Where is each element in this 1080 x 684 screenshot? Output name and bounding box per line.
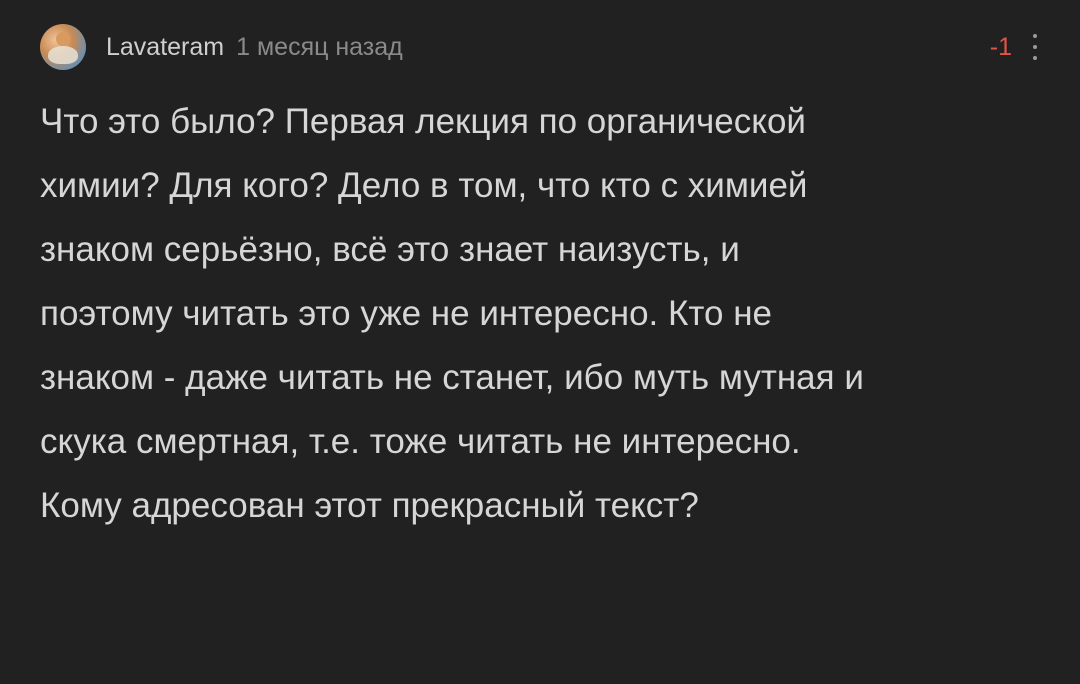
comment-line: химии? Для кого? Дело в том, что кто с х…: [40, 166, 808, 205]
comment-line: знаком - даже читать не станет, ибо муть…: [40, 358, 864, 397]
comment-line: знаком серьёзно, всё это знает наизусть,…: [40, 230, 740, 269]
comment-line: скука смертная, т.е. тоже читать не инте…: [40, 422, 801, 461]
comment-time: 1 месяц назад: [236, 32, 403, 61]
comment-text: Что это было? Первая лекция по органичес…: [40, 90, 1050, 538]
comment-header: Lavateram 1 месяц назад -1: [40, 24, 1040, 70]
avatar[interactable]: [40, 24, 86, 70]
comment-line: Кому адресован этот прекрасный текст?: [40, 486, 699, 525]
more-vertical-icon[interactable]: [1030, 34, 1040, 60]
author-name[interactable]: Lavateram: [106, 33, 224, 62]
comment-card: Lavateram 1 месяц назад -1 Что это было?…: [0, 0, 1080, 684]
comment-line: поэтому читать это уже не интересно. Кто…: [40, 294, 772, 333]
rating-badge[interactable]: -1: [990, 33, 1012, 62]
more-dot-icon: [1033, 45, 1037, 49]
more-dot-icon: [1033, 56, 1037, 60]
more-dot-icon: [1033, 34, 1037, 38]
comment-line: Что это было? Первая лекция по органичес…: [40, 102, 806, 141]
